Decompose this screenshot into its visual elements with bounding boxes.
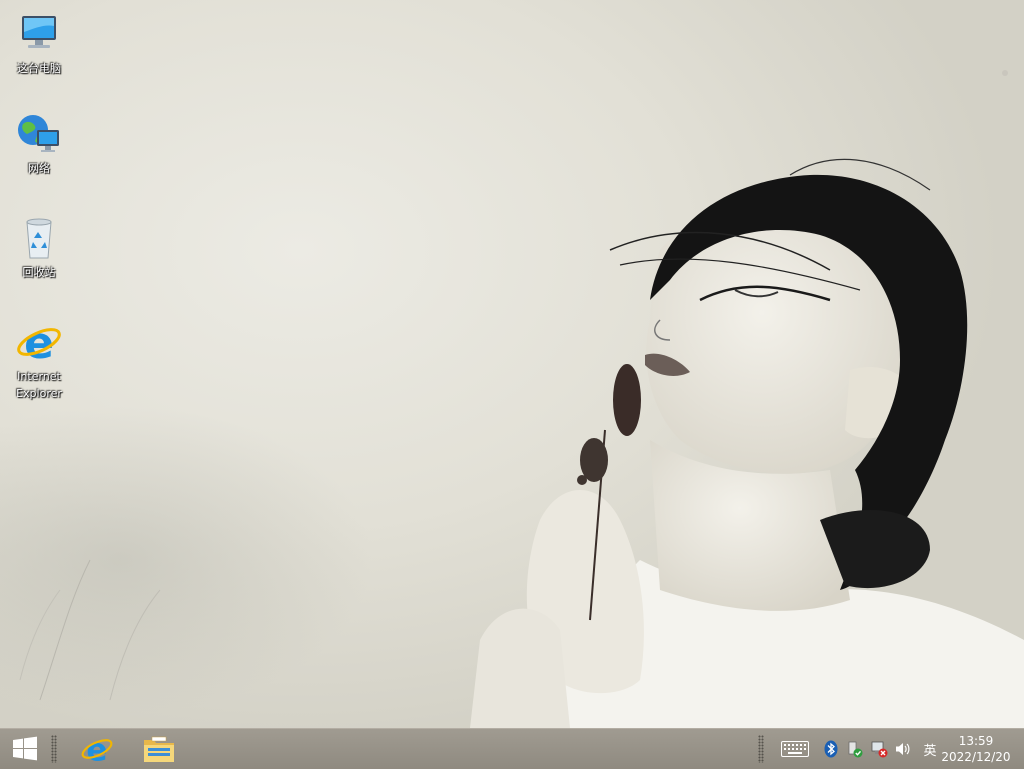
desktop-icon-label: Internet Explorer — [16, 370, 62, 400]
bluetooth-icon — [824, 740, 838, 758]
action-center-button[interactable] — [844, 737, 866, 761]
taskbar-pinned-file-explorer[interactable] — [134, 729, 184, 769]
desktop-icon-label: 这台电脑 — [17, 62, 61, 75]
this-pc-icon — [22, 16, 56, 48]
taskbar-grip[interactable] — [51, 735, 57, 763]
volume-button[interactable] — [892, 737, 914, 761]
network-disconnected-icon — [871, 741, 888, 758]
touch-keyboard-button[interactable] — [780, 737, 810, 761]
desktop-icon-internet-explorer[interactable]: e Internet Explorer — [5, 318, 73, 402]
network-icon — [18, 115, 59, 152]
file-explorer-icon — [144, 736, 174, 762]
start-button[interactable] — [0, 729, 50, 769]
clock-time: 13:59 — [958, 734, 994, 748]
taskbar-pinned-internet-explorer[interactable]: e — [72, 729, 122, 769]
network-status-button[interactable] — [868, 737, 890, 761]
desktop-icon-label: 网络 — [28, 162, 50, 175]
touch-keyboard-icon — [781, 741, 809, 757]
windows-logo-icon — [13, 736, 37, 761]
action-center-icon — [848, 741, 863, 758]
recycle-bin-icon — [26, 218, 52, 259]
taskbar-grip[interactable] — [758, 735, 764, 763]
internet-explorer-icon: e — [17, 318, 61, 366]
desktop-icon-label: 回收站 — [22, 266, 56, 279]
svg-text:e: e — [24, 318, 54, 366]
clock-date: 2022/12/20 — [941, 750, 1011, 764]
desktop[interactable]: 这台电脑 网络 回收站 e Internet Explorer — [0, 0, 1024, 728]
taskbar-clock[interactable]: 13:59 2022/12/20 — [940, 733, 1012, 765]
bluetooth-button[interactable] — [820, 737, 842, 761]
svg-text:e: e — [86, 732, 107, 766]
desktop-icon-recycle-bin[interactable]: 回收站 — [5, 214, 73, 281]
volume-icon — [896, 743, 910, 755]
desktop-icon-network[interactable]: 网络 — [5, 110, 73, 177]
desktop-icon-this-pc[interactable]: 这台电脑 — [5, 10, 73, 77]
internet-explorer-icon: e — [81, 732, 113, 766]
taskbar: e 英 13:59 2022/12/20 — [0, 728, 1024, 769]
input-language-indicator[interactable]: 英 — [922, 740, 938, 759]
monochrome-portrait-wallpaper — [19, 70, 1024, 728]
